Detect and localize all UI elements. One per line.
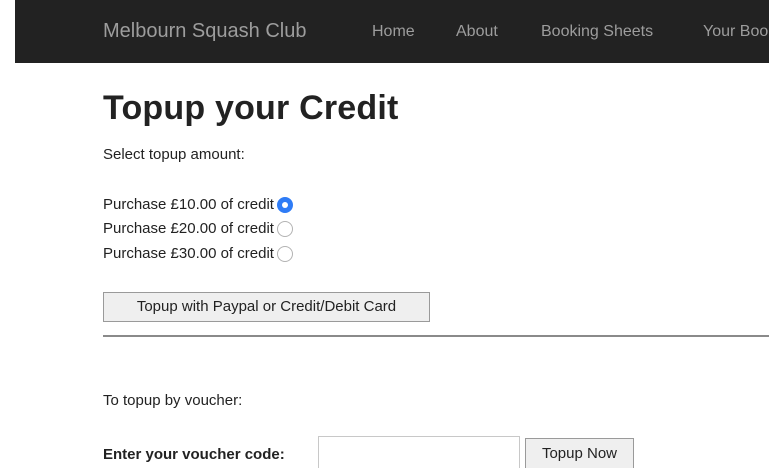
nav-item-about[interactable]: About — [456, 22, 498, 42]
topup-now-button[interactable]: Topup Now — [525, 438, 634, 468]
nav-item-booking-sheets[interactable]: Booking Sheets — [541, 22, 653, 42]
page: Melbourn Squash Club Home About Booking … — [0, 0, 769, 468]
radio-10[interactable] — [276, 197, 293, 213]
brand-link[interactable]: Melbourn Squash Club — [103, 19, 306, 43]
option-label-30: Purchase £30.00 of credit — [103, 245, 274, 262]
nav-item-your-bookings[interactable]: Your Boo — [703, 22, 768, 42]
voucher-code-label: Enter your voucher code: — [103, 446, 285, 463]
option-row-10: Purchase £10.00 of credit — [103, 196, 293, 214]
option-row-30: Purchase £30.00 of credit — [103, 245, 293, 263]
select-amount-label: Select topup amount: — [103, 146, 245, 163]
navbar: Melbourn Squash Club Home About Booking … — [15, 0, 769, 63]
nav-item-home[interactable]: Home — [372, 22, 415, 42]
radio-30[interactable] — [276, 246, 293, 262]
option-row-20: Purchase £20.00 of credit — [103, 220, 293, 238]
left-margin — [0, 0, 15, 468]
radio-20[interactable] — [276, 221, 293, 237]
voucher-intro: To topup by voucher: — [103, 392, 243, 409]
paypal-topup-button[interactable]: Topup with Paypal or Credit/Debit Card — [103, 292, 430, 322]
voucher-code-input[interactable] — [318, 436, 520, 468]
page-title: Topup your Credit — [103, 89, 399, 127]
section-divider — [103, 335, 769, 337]
option-label-20: Purchase £20.00 of credit — [103, 220, 274, 237]
option-label-10: Purchase £10.00 of credit — [103, 196, 274, 213]
